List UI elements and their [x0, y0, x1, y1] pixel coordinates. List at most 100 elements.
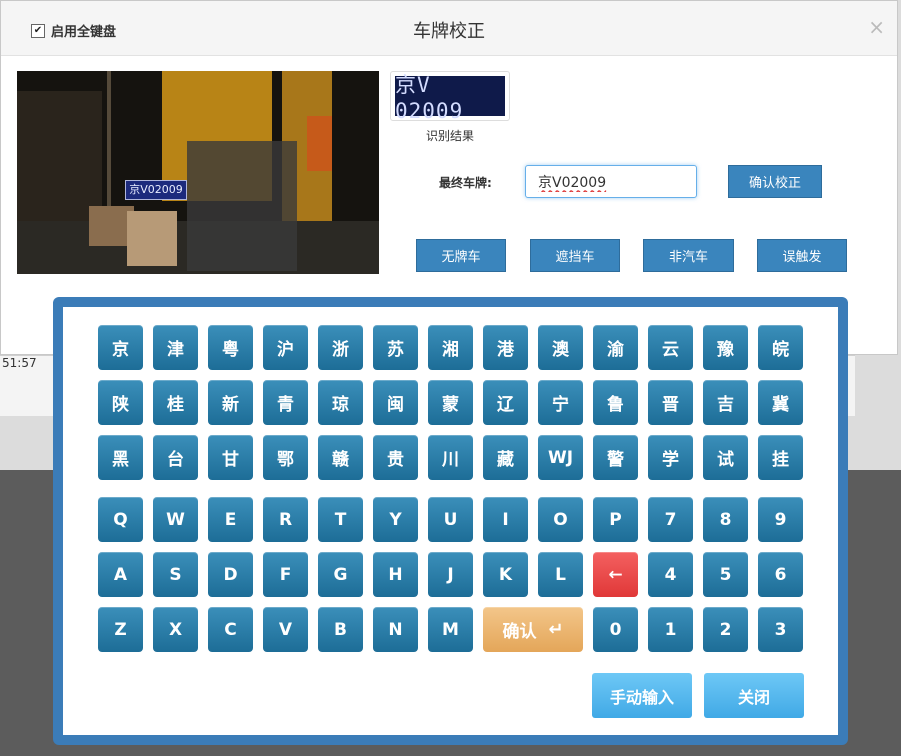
- char-key[interactable]: 4: [648, 552, 693, 597]
- province-key[interactable]: 湘: [428, 325, 473, 370]
- char-key[interactable]: 9: [758, 497, 803, 542]
- char-key[interactable]: P: [593, 497, 638, 542]
- province-key[interactable]: 赣: [318, 435, 363, 480]
- char-key[interactable]: J: [428, 552, 473, 597]
- char-key[interactable]: X: [153, 607, 198, 652]
- char-key[interactable]: V: [263, 607, 308, 652]
- photo-pole: [107, 71, 111, 221]
- province-key[interactable]: 渝: [593, 325, 638, 370]
- final-plate-label: 最终车牌:: [439, 176, 492, 190]
- char-key[interactable]: D: [208, 552, 253, 597]
- char-key[interactable]: 6: [758, 552, 803, 597]
- non-car-button[interactable]: 非汽车: [643, 239, 734, 272]
- province-key[interactable]: 甘: [208, 435, 253, 480]
- province-key[interactable]: 琼: [318, 380, 363, 425]
- province-key[interactable]: 津: [153, 325, 198, 370]
- province-key[interactable]: 苏: [373, 325, 418, 370]
- province-key[interactable]: 桂: [153, 380, 198, 425]
- char-key[interactable]: Z: [98, 607, 143, 652]
- char-key[interactable]: A: [98, 552, 143, 597]
- char-key[interactable]: W: [153, 497, 198, 542]
- char-key[interactable]: E: [208, 497, 253, 542]
- province-key[interactable]: 藏: [483, 435, 528, 480]
- false-trigger-button[interactable]: 误触发: [757, 239, 847, 272]
- char-key[interactable]: I: [483, 497, 528, 542]
- enter-label: 确认: [502, 622, 537, 642]
- char-key[interactable]: S: [153, 552, 198, 597]
- no-plate-button[interactable]: 无牌车: [416, 239, 506, 272]
- province-key[interactable]: 试: [703, 435, 748, 480]
- char-key[interactable]: 7: [648, 497, 693, 542]
- char-key[interactable]: 1: [648, 607, 693, 652]
- province-key[interactable]: 黑: [98, 435, 143, 480]
- final-plate-input[interactable]: [525, 165, 697, 198]
- char-key[interactable]: 3: [758, 607, 803, 652]
- province-key[interactable]: 台: [153, 435, 198, 480]
- province-key[interactable]: 贵: [373, 435, 418, 480]
- char-key[interactable]: U: [428, 497, 473, 542]
- backspace-key[interactable]: ←: [593, 552, 638, 597]
- province-key[interactable]: 京: [98, 325, 143, 370]
- confirm-correction-button[interactable]: 确认校正: [728, 165, 822, 198]
- char-key[interactable]: L: [538, 552, 583, 597]
- char-key[interactable]: O: [538, 497, 583, 542]
- char-key[interactable]: 5: [703, 552, 748, 597]
- province-key[interactable]: 冀: [758, 380, 803, 425]
- province-key[interactable]: 港: [483, 325, 528, 370]
- province-key[interactable]: 鄂: [263, 435, 308, 480]
- plate-crop-image: 京V 02009: [390, 71, 510, 123]
- enter-key[interactable]: 确认 ↵: [483, 607, 583, 652]
- enter-icon: ↵: [548, 619, 564, 640]
- province-key[interactable]: 吉: [703, 380, 748, 425]
- obscured-button[interactable]: 遮挡车: [530, 239, 620, 272]
- province-key[interactable]: 陕: [98, 380, 143, 425]
- province-key[interactable]: 云: [648, 325, 693, 370]
- province-key[interactable]: 皖: [758, 325, 803, 370]
- province-key[interactable]: 青: [263, 380, 308, 425]
- province-key[interactable]: 蒙: [428, 380, 473, 425]
- char-key[interactable]: Q: [98, 497, 143, 542]
- province-key[interactable]: 宁: [538, 380, 583, 425]
- province-key[interactable]: 川: [428, 435, 473, 480]
- char-key[interactable]: K: [483, 552, 528, 597]
- province-key[interactable]: 鲁: [593, 380, 638, 425]
- char-key[interactable]: G: [318, 552, 363, 597]
- province-key[interactable]: 学: [648, 435, 693, 480]
- char-key[interactable]: N: [373, 607, 418, 652]
- char-key[interactable]: T: [318, 497, 363, 542]
- plate-crop-text: 京V 02009: [395, 73, 505, 123]
- keyboard-close-button[interactable]: 关闭: [704, 673, 804, 718]
- province-key[interactable]: 沪: [263, 325, 308, 370]
- dialog-header: ✔ 启用全键盘 车牌校正 ×: [1, 1, 897, 56]
- manual-input-button[interactable]: 手动输入: [592, 673, 692, 718]
- province-key[interactable]: 新: [208, 380, 253, 425]
- province-key[interactable]: 粤: [208, 325, 253, 370]
- province-key[interactable]: 挂: [758, 435, 803, 480]
- province-key[interactable]: 浙: [318, 325, 363, 370]
- province-key[interactable]: 澳: [538, 325, 583, 370]
- virtual-keyboard: ← 确认 ↵ 手动输入 关闭 京津粤沪浙苏湘港澳渝云豫皖陕桂新青琼闽蒙辽宁鲁晋吉…: [53, 297, 848, 745]
- char-key[interactable]: R: [263, 497, 308, 542]
- char-key[interactable]: F: [263, 552, 308, 597]
- char-key[interactable]: B: [318, 607, 363, 652]
- capture-photo: 京V02009: [17, 71, 379, 274]
- province-key[interactable]: 晋: [648, 380, 693, 425]
- char-key[interactable]: Y: [373, 497, 418, 542]
- keyboard-panel: ← 确认 ↵ 手动输入 关闭 京津粤沪浙苏湘港澳渝云豫皖陕桂新青琼闽蒙辽宁鲁晋吉…: [63, 307, 838, 735]
- province-key[interactable]: 辽: [483, 380, 528, 425]
- char-key[interactable]: 2: [703, 607, 748, 652]
- close-icon[interactable]: ×: [868, 15, 885, 39]
- photo-box-front: [127, 211, 177, 266]
- background-time-fragment: 51:57: [2, 356, 37, 370]
- photo-chairs: [187, 141, 297, 271]
- province-key[interactable]: 豫: [703, 325, 748, 370]
- char-key[interactable]: M: [428, 607, 473, 652]
- province-key[interactable]: 闽: [373, 380, 418, 425]
- char-key[interactable]: C: [208, 607, 253, 652]
- province-key[interactable]: 警: [593, 435, 638, 480]
- char-key[interactable]: H: [373, 552, 418, 597]
- dialog-title: 车牌校正: [413, 21, 485, 42]
- province-key[interactable]: WJ: [538, 435, 583, 480]
- char-key[interactable]: 0: [593, 607, 638, 652]
- char-key[interactable]: 8: [703, 497, 748, 542]
